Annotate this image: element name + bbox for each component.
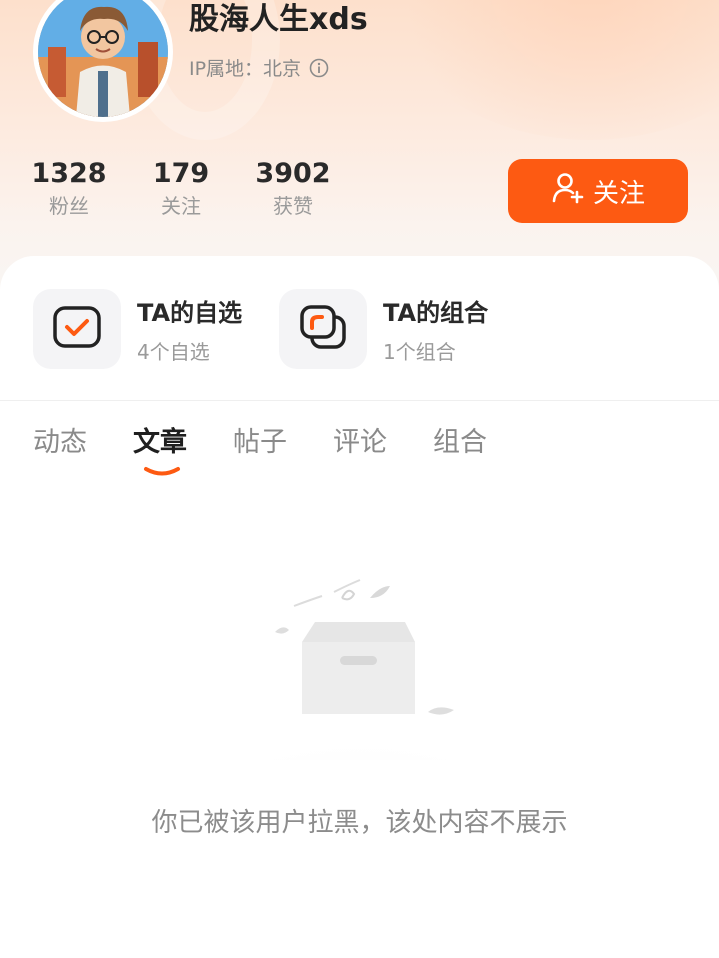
tab-portfolios[interactable]: 组合 bbox=[433, 420, 487, 459]
stat-label: 关注 bbox=[161, 194, 201, 218]
stat-followers[interactable]: 1328 粉丝 bbox=[19, 157, 119, 221]
stat-value: 3902 bbox=[255, 158, 331, 189]
watchlist-count: 4个自选 bbox=[137, 340, 210, 364]
ip-location: IP属地：北京 bbox=[189, 58, 302, 80]
watchlist-title[interactable]: TA的自选 bbox=[137, 293, 242, 328]
follow-button[interactable]: 关注 bbox=[508, 159, 688, 223]
section-divider bbox=[0, 400, 719, 401]
follow-button-label: 关注 bbox=[592, 178, 645, 209]
tab-articles[interactable]: 文章 bbox=[133, 420, 187, 459]
empty-box-icon bbox=[210, 570, 510, 815]
avatar-image bbox=[38, 0, 168, 117]
info-icon[interactable] bbox=[309, 58, 329, 78]
add-user-icon bbox=[551, 171, 585, 212]
ip-location-row: IP属地：北京 bbox=[189, 54, 329, 81]
portfolio-title[interactable]: TA的组合 bbox=[383, 293, 488, 328]
stat-value: 1328 bbox=[31, 158, 107, 189]
header-decoration bbox=[380, 0, 719, 140]
username: 股海人生xds bbox=[189, 2, 368, 37]
watchlist-tile[interactable] bbox=[33, 289, 121, 369]
stat-value: 179 bbox=[152, 158, 210, 189]
stat-label: 粉丝 bbox=[49, 194, 89, 218]
portfolio-tile[interactable] bbox=[279, 289, 367, 369]
tab-posts[interactable]: 帖子 bbox=[233, 420, 287, 459]
active-tab-indicator bbox=[143, 462, 181, 476]
tab-comments[interactable]: 评论 bbox=[333, 420, 387, 459]
portfolio-count: 1个组合 bbox=[383, 340, 456, 364]
portfolio-icon bbox=[298, 304, 348, 354]
stat-likes[interactable]: 3902 获赞 bbox=[243, 157, 343, 221]
stat-label: 获赞 bbox=[273, 194, 313, 218]
checklist-icon bbox=[52, 305, 102, 353]
stat-following[interactable]: 179 关注 bbox=[131, 157, 231, 221]
empty-state-message: 你已被该用户拉黑，该处内容不展示 bbox=[151, 808, 568, 838]
tab-dynamics[interactable]: 动态 bbox=[33, 420, 87, 459]
